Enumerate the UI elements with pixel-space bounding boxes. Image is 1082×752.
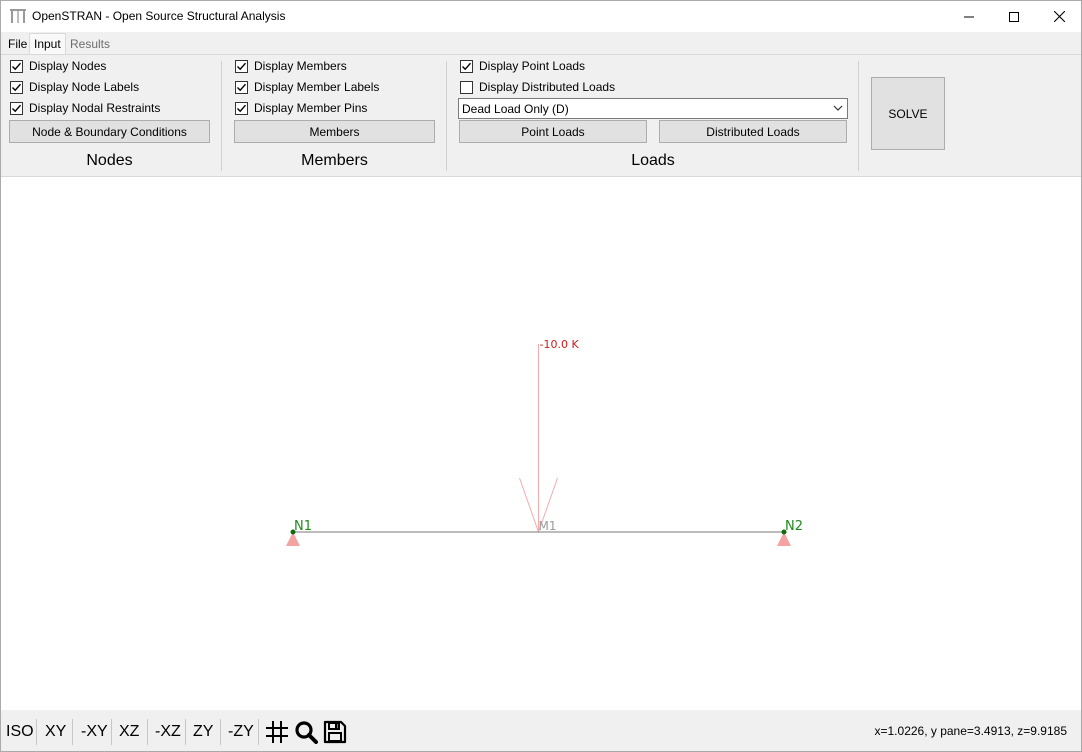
model-viewport[interactable]: -10.0 K M1 N1 N2: [1, 178, 1081, 710]
checkbox-label: Display Members: [254, 59, 347, 73]
checkbox-label: Display Node Labels: [29, 80, 140, 94]
maximize-button[interactable]: [991, 1, 1037, 32]
checkbox-label: Display Nodes: [29, 59, 107, 73]
display-member-pins-checkbox[interactable]: Display Member Pins: [235, 99, 367, 117]
check-icon: [237, 104, 247, 112]
checkbox-box[interactable]: [235, 59, 248, 73]
display-member-labels-checkbox[interactable]: Display Member Labels: [235, 78, 379, 96]
toolbar-divider: [258, 719, 259, 745]
display-nodes-checkbox[interactable]: Display Nodes: [10, 57, 106, 75]
checkbox-box[interactable]: [10, 59, 23, 73]
view-xy-button[interactable]: XY: [45, 721, 66, 743]
members-group-title: Members: [301, 152, 368, 169]
loads-group-title: Loads: [631, 152, 675, 169]
node-boundary-conditions-button[interactable]: Node & Boundary Conditions: [9, 120, 210, 143]
group-divider: [221, 61, 222, 171]
checkbox-label: Display Distributed Loads: [479, 80, 616, 94]
minimize-icon: [964, 16, 974, 17]
app-window: OpenSTRAN - Open Source Structural Analy…: [0, 0, 1082, 752]
members-button[interactable]: Members: [234, 120, 435, 143]
checkbox-box[interactable]: [460, 59, 473, 73]
toolbar-divider: [72, 719, 73, 745]
toolbar-divider: [185, 719, 186, 745]
chevron-down-icon: [833, 105, 843, 111]
title-bar: OpenSTRAN - Open Source Structural Analy…: [1, 1, 1081, 32]
display-node-labels-checkbox[interactable]: Display Node Labels: [10, 78, 139, 96]
solve-button[interactable]: SOLVE: [871, 77, 945, 150]
tab-input[interactable]: Input: [29, 33, 66, 55]
checkbox-box[interactable]: [10, 80, 23, 94]
distributed-loads-button[interactable]: Distributed Loads: [659, 120, 847, 143]
toolbar-divider: [111, 719, 112, 745]
toolbar-divider: [147, 719, 148, 745]
group-divider: [858, 61, 859, 171]
check-icon: [12, 83, 22, 91]
toolbar-divider: [36, 719, 37, 745]
save-icon[interactable]: [323, 720, 347, 744]
frame-app-icon: [10, 9, 26, 23]
member-label: M1: [539, 519, 557, 533]
load-combination-select[interactable]: Dead Load Only (D): [458, 98, 848, 119]
display-point-loads-checkbox[interactable]: Display Point Loads: [460, 57, 585, 75]
window-title: OpenSTRAN - Open Source Structural Analy…: [32, 9, 286, 23]
model-drawing: -10.0 K M1 N1 N2: [286, 338, 803, 546]
close-icon: [1053, 11, 1065, 22]
display-distributed-loads-checkbox[interactable]: Display Distributed Loads: [460, 78, 615, 96]
close-button[interactable]: [1036, 1, 1082, 32]
check-icon: [12, 62, 22, 70]
view-neg-xy-button[interactable]: -XY: [81, 721, 108, 743]
check-icon: [462, 62, 472, 70]
node-label: N2: [785, 519, 803, 534]
cursor-coordinates: x=1.0226, y pane=3.4913, z=9.9185: [874, 724, 1068, 738]
checkbox-label: Display Nodal Restraints: [29, 101, 161, 115]
point-load-arrow-head: [519, 477, 539, 533]
checkbox-box[interactable]: [235, 101, 248, 115]
checkbox-box[interactable]: [235, 80, 248, 94]
view-xz-button[interactable]: XZ: [119, 721, 139, 743]
checkbox-label: Display Point Loads: [479, 59, 586, 73]
view-neg-xz-button[interactable]: -XZ: [155, 721, 181, 743]
nodes-group-title: Nodes: [86, 152, 133, 169]
checkbox-box[interactable]: [460, 80, 473, 94]
view-zy-button[interactable]: ZY: [193, 721, 213, 743]
group-divider: [446, 61, 447, 171]
maximize-icon: [1009, 11, 1019, 22]
display-members-checkbox[interactable]: Display Members: [235, 57, 347, 75]
check-icon: [12, 104, 22, 112]
tab-file[interactable]: File: [4, 35, 31, 55]
load-combination-value: Dead Load Only (D): [462, 102, 569, 116]
point-load-label: -10.0 K: [540, 338, 580, 351]
check-icon: [237, 83, 247, 91]
node-label: N1: [294, 519, 312, 534]
check-icon: [237, 62, 247, 70]
view-iso-button[interactable]: ISO: [6, 721, 34, 743]
view-neg-zy-button[interactable]: -ZY: [228, 721, 254, 743]
input-ribbon: Display Nodes Display Node Labels Displa…: [1, 54, 1081, 177]
checkbox-box[interactable]: [10, 101, 23, 115]
tab-results[interactable]: Results: [66, 35, 114, 55]
display-nodal-restraints-checkbox[interactable]: Display Nodal Restraints: [10, 99, 160, 117]
point-loads-button[interactable]: Point Loads: [459, 120, 647, 143]
checkbox-label: Display Member Pins: [254, 101, 368, 115]
checkbox-label: Display Member Labels: [254, 80, 380, 94]
view-toolbar: ISO XY -XY XZ -XZ ZY -ZY x=1.0226, y pan…: [1, 710, 1081, 751]
zoom-icon[interactable]: [294, 720, 318, 744]
toolbar-divider: [220, 719, 221, 745]
grid-icon[interactable]: [265, 720, 289, 744]
tab-strip: File Input Results: [1, 32, 1081, 55]
minimize-button[interactable]: [946, 1, 992, 32]
